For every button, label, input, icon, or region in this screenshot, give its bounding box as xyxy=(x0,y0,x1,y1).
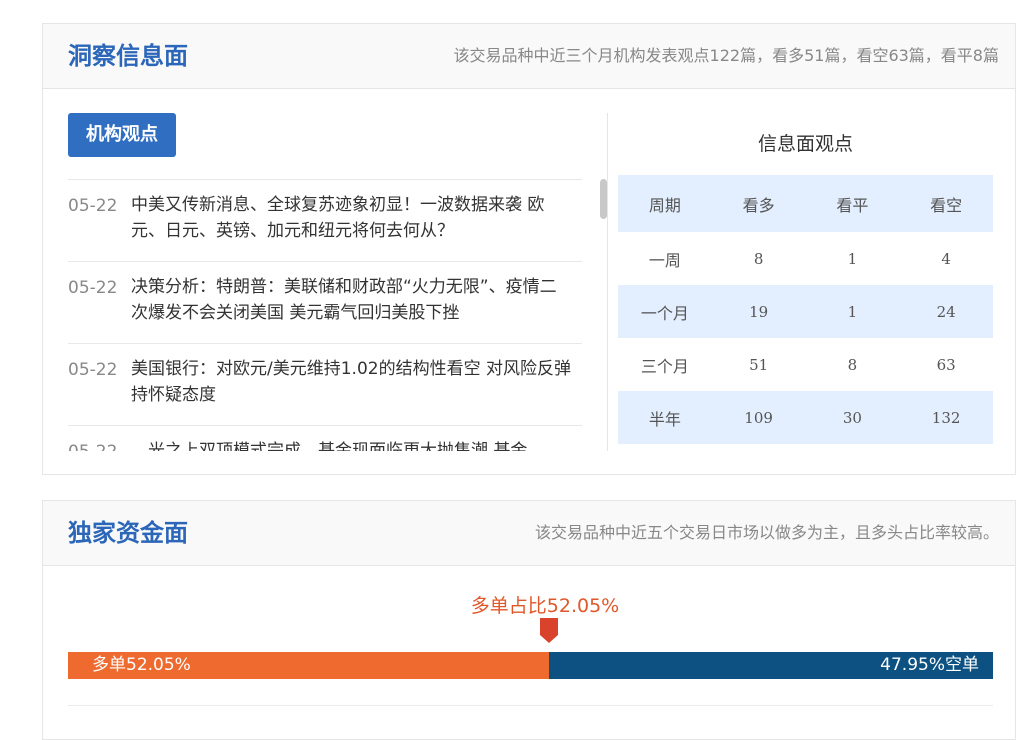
news-item[interactable]: 05-22 决策分析：特朗普：美联储和财政部“火力无限”、疫情二次爆发不会关闭美… xyxy=(68,261,582,343)
insight-panel: 洞察信息面 该交易品种中近三个月机构发表观点122篇，看多51篇，看空63篇，看… xyxy=(42,23,1016,475)
col-header-period: 周期 xyxy=(618,175,712,232)
news-link[interactable]: 决策分析：特朗普：美联储和财政部“火力无限”、疫情二次爆发不会关闭美国 美元霸气… xyxy=(131,274,571,326)
news-item[interactable]: 05-22 …光之上双顶模式完成 基金现面临更大抛售潮 基金、白… xyxy=(68,425,582,451)
insight-panel-header: 洞察信息面 该交易品种中近三个月机构发表观点122篇，看多51篇，看空63篇，看… xyxy=(43,24,1015,89)
short-segment: 47.95%空单 xyxy=(549,652,993,679)
cell-period: 一个月 xyxy=(618,285,712,338)
divider xyxy=(68,705,993,706)
insight-title: 洞察信息面 xyxy=(68,42,188,70)
news-item[interactable]: 05-22 美国银行：对欧元/美元维持1.02的结构性看空 对风险反弹持怀疑态度 xyxy=(68,343,582,425)
cell-bear: 132 xyxy=(899,391,993,444)
cell-period: 一周 xyxy=(648,250,681,270)
news-scrollbar[interactable] xyxy=(600,179,607,219)
news-item[interactable]: 05-22 中美又传新消息、全球复苏迹象初显！一波数据来袭 欧元、日元、英镑、加… xyxy=(68,179,582,261)
long-ratio-label: 多单占比52.05% xyxy=(470,595,620,617)
news-date: 05-22 xyxy=(68,196,118,216)
cell-bull: 51 xyxy=(749,355,769,374)
capital-title: 独家资金面 xyxy=(68,519,188,547)
divider xyxy=(607,113,608,451)
cell-bear: 63 xyxy=(936,355,956,374)
views-table: 周期 看多 看平 看空 一周 8 1 4 一个月 19 1 24 三个月 51 … xyxy=(618,175,993,444)
col-header-bear: 看空 xyxy=(899,175,993,232)
col-header-bull: 看多 xyxy=(711,175,806,232)
cell-period: 三个月 xyxy=(640,356,689,376)
news-date: 05-22 xyxy=(68,360,118,380)
cell-bull: 109 xyxy=(711,391,806,444)
capital-panel: 独家资金面 该交易品种中近五个交易日市场以做多为主，且多头占比率较高。 多单占比… xyxy=(42,500,1016,740)
views-table-title: 信息面观点 xyxy=(757,133,853,155)
table-row: 三个月 51 8 63 xyxy=(618,338,993,391)
capital-summary: 该交易品种中近五个交易日市场以做多为主，且多头占比率较高。 xyxy=(534,523,999,542)
insight-summary: 该交易品种中近三个月机构发表观点122篇，看多51篇，看空63篇，看平8篇 xyxy=(453,46,999,65)
news-link[interactable]: …光之上双顶模式完成 基金现面临更大抛售潮 基金、白… xyxy=(131,438,571,451)
ratio-marker-icon xyxy=(540,618,558,643)
cell-bull: 19 xyxy=(711,285,806,338)
col-header-flat: 看平 xyxy=(805,175,900,232)
table-row: 半年 109 30 132 xyxy=(618,391,993,444)
long-segment: 多单52.05% xyxy=(68,652,549,679)
long-short-bar: 多单52.05% 47.95%空单 xyxy=(68,652,993,679)
news-link[interactable]: 美国银行：对欧元/美元维持1.02的结构性看空 对风险反弹持怀疑态度 xyxy=(131,356,571,408)
news-list[interactable]: 05-22 中美又传新消息、全球复苏迹象初显！一波数据来袭 欧元、日元、英镑、加… xyxy=(68,179,582,451)
cell-period: 半年 xyxy=(618,391,712,444)
cell-flat: 1 xyxy=(805,285,900,338)
views-table-header: 周期 看多 看平 看空 xyxy=(618,175,993,232)
news-date: 05-22 xyxy=(68,440,117,451)
institution-views-tab[interactable]: 机构观点 xyxy=(68,113,176,157)
cell-flat: 1 xyxy=(847,249,858,268)
cell-bear: 4 xyxy=(941,249,951,268)
table-row: 一周 8 1 4 xyxy=(618,232,993,285)
capital-panel-header: 独家资金面 该交易品种中近五个交易日市场以做多为主，且多头占比率较高。 xyxy=(43,501,1015,566)
cell-bull: 8 xyxy=(753,249,764,268)
news-link[interactable]: 中美又传新消息、全球复苏迹象初显！一波数据来袭 欧元、日元、英镑、加元和纽元将何… xyxy=(131,192,571,244)
cell-flat: 30 xyxy=(805,391,900,444)
cell-bear: 24 xyxy=(899,285,993,338)
news-date: 05-22 xyxy=(68,278,118,298)
table-row: 一个月 19 1 24 xyxy=(618,285,993,338)
cell-flat: 8 xyxy=(847,355,858,374)
